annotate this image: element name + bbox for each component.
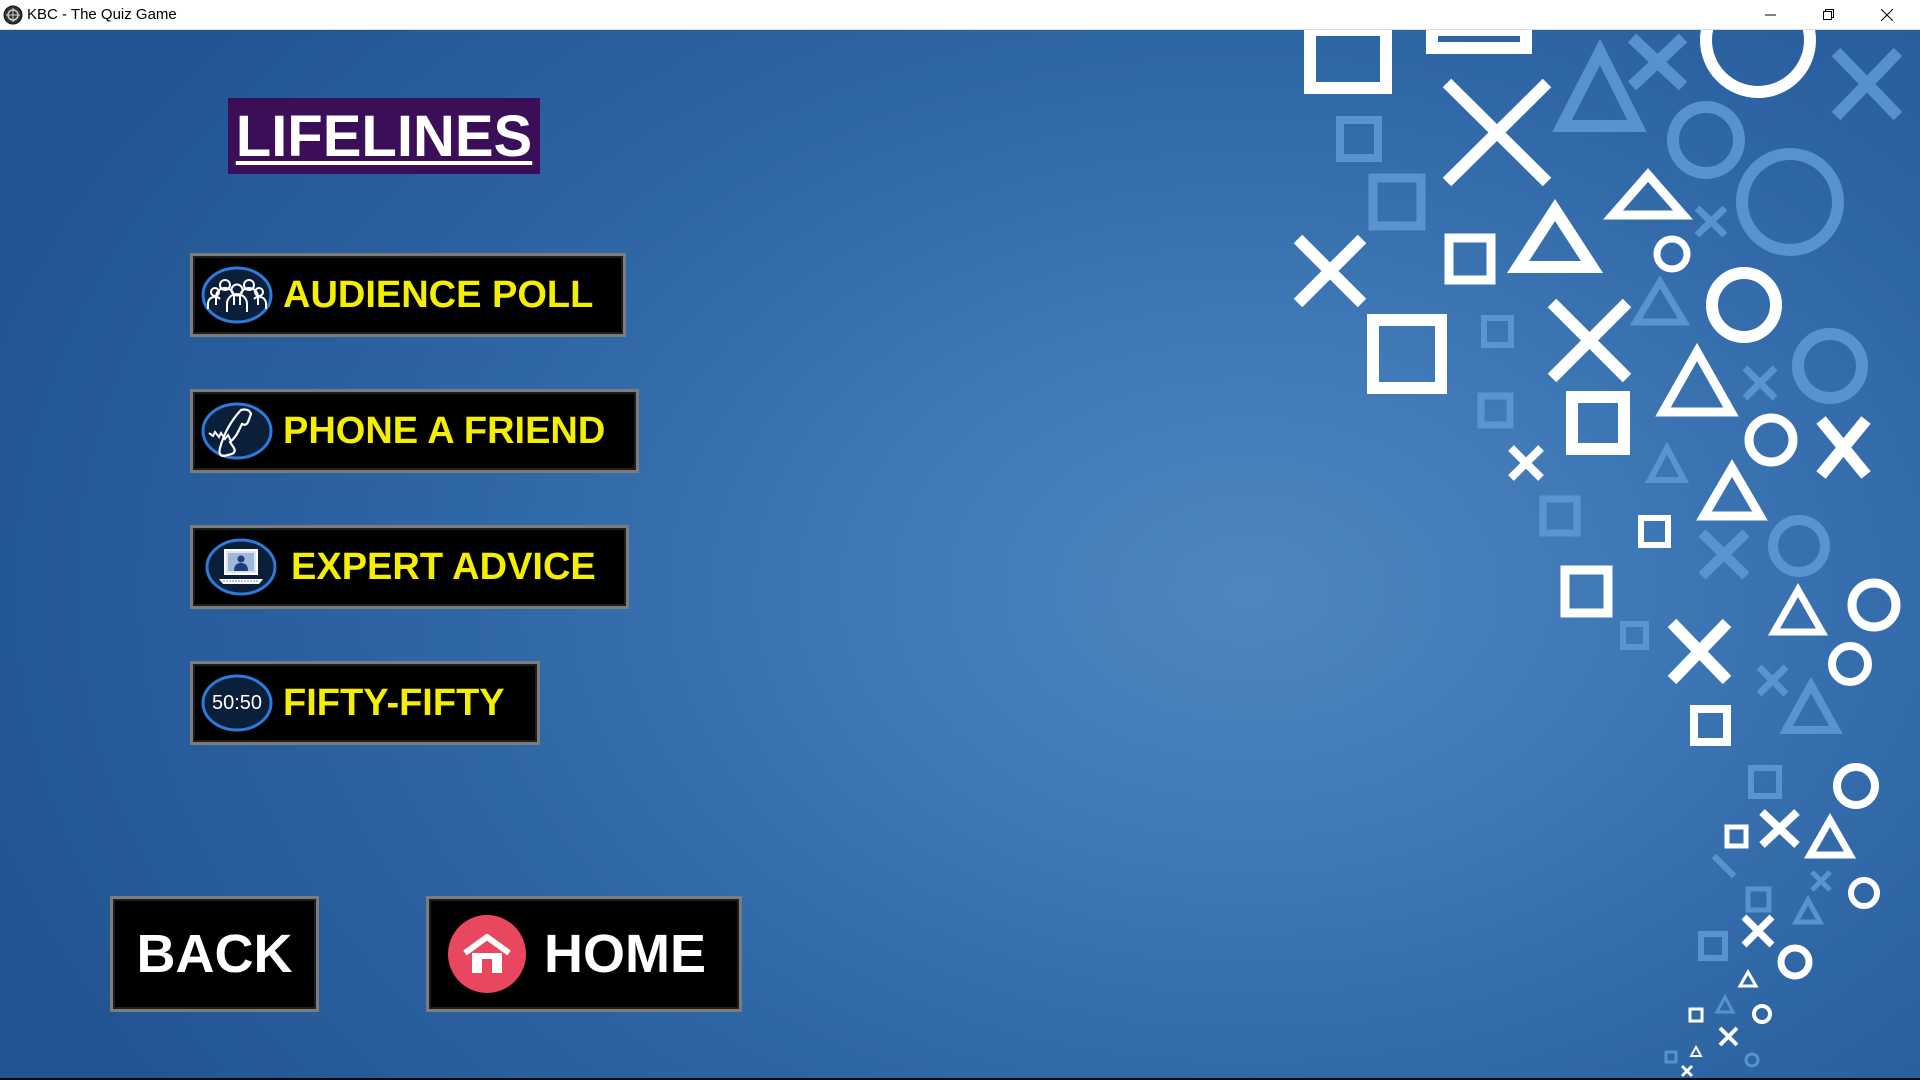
window-titlebar: KBC - The Quiz Game xyxy=(0,0,1920,30)
expert-advice-button[interactable]: EXPERT ADVICE xyxy=(190,525,629,609)
minimize-icon xyxy=(1765,14,1776,15)
page-title-text: LIFELINES xyxy=(235,103,533,169)
restore-button[interactable] xyxy=(1800,0,1858,29)
close-icon xyxy=(1881,8,1893,21)
phone-a-friend-label: PHONE A FRIEND xyxy=(283,409,606,452)
phone-a-friend-button[interactable]: PHONE A FRIEND xyxy=(190,389,639,473)
window-title: KBC - The Quiz Game xyxy=(27,6,177,23)
audience-poll-label: AUDIENCE POLL xyxy=(283,273,594,316)
fifty-fifty-button[interactable]: 50:50 FIFTY-FIFTY xyxy=(190,661,540,745)
expert-laptop-icon xyxy=(205,537,277,597)
audience-poll-button[interactable]: AUDIENCE POLL xyxy=(190,253,626,337)
app-icon xyxy=(3,5,23,25)
game-background: LIFELINES AUDIENCE POLL PHONE A FRIEND E… xyxy=(0,30,1920,1078)
back-label: BACK xyxy=(136,924,293,984)
phone-icon xyxy=(201,401,273,461)
home-button[interactable]: HOME xyxy=(426,896,742,1012)
expert-advice-label: EXPERT ADVICE xyxy=(291,545,596,588)
restore-icon xyxy=(1823,8,1834,20)
fifty-fifty-icon-text: 50:50 xyxy=(211,691,263,714)
audience-icon xyxy=(201,265,273,325)
page-title: LIFELINES xyxy=(228,98,540,174)
close-button[interactable] xyxy=(1858,0,1916,29)
home-label: HOME xyxy=(544,924,706,984)
minimize-button[interactable] xyxy=(1742,0,1800,29)
back-button[interactable]: BACK xyxy=(110,896,319,1012)
fifty-fifty-icon: 50:50 xyxy=(201,673,273,733)
home-icon xyxy=(448,915,526,993)
fifty-fifty-label: FIFTY-FIFTY xyxy=(283,681,505,724)
